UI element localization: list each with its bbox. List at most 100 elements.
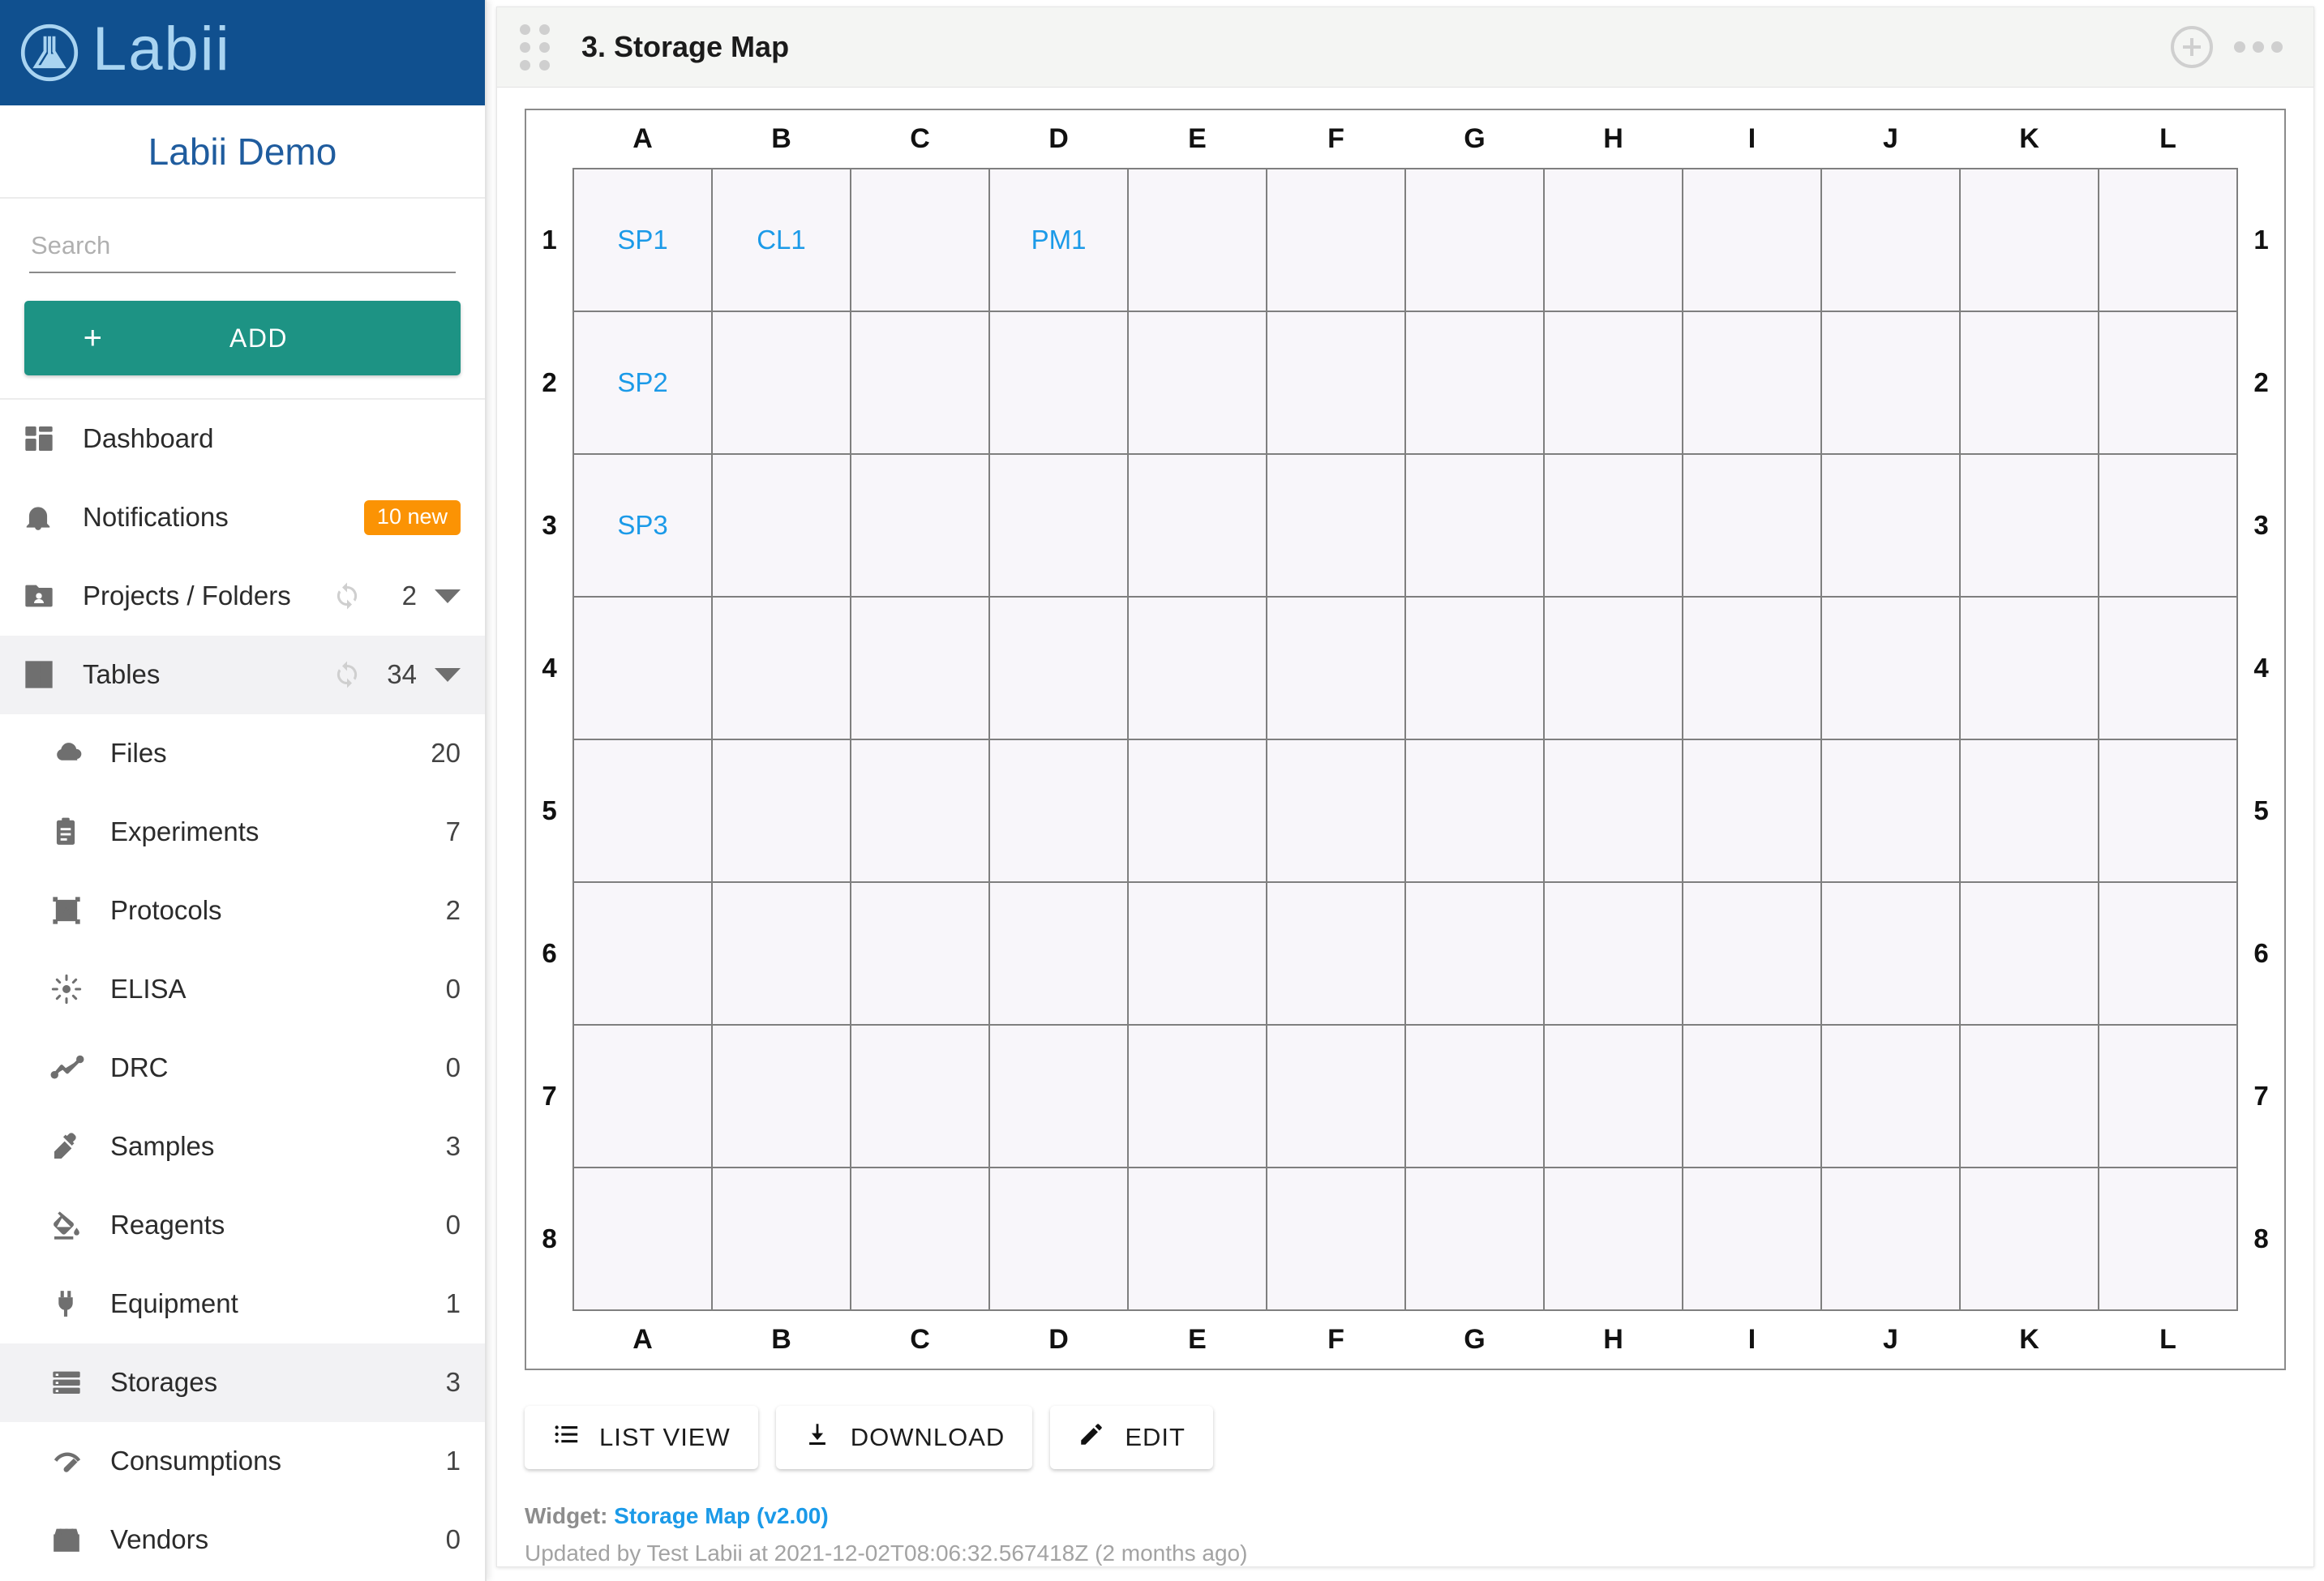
storage-cell-I2[interactable]	[1682, 311, 1822, 455]
storage-cell-D2[interactable]	[988, 311, 1129, 455]
download-button[interactable]: DOWNLOAD	[775, 1406, 1033, 1469]
storage-cell-I1[interactable]	[1682, 168, 1822, 312]
storage-cell-E7[interactable]	[1127, 1024, 1267, 1168]
storage-cell-G7[interactable]	[1404, 1024, 1545, 1168]
storage-cell-B4[interactable]	[711, 596, 851, 740]
storage-cell-F6[interactable]	[1266, 881, 1406, 1026]
storage-cell-C4[interactable]	[850, 596, 990, 740]
storage-cell-L7[interactable]	[2098, 1024, 2238, 1168]
sidebar-item-experiments[interactable]: Experiments 7	[0, 793, 485, 872]
more-horizontal-icon[interactable]	[2234, 41, 2286, 53]
storage-cell-F3[interactable]	[1266, 453, 1406, 598]
edit-button[interactable]: EDIT	[1050, 1406, 1213, 1469]
storage-cell-J3[interactable]	[1820, 453, 1961, 598]
storage-item-link[interactable]: SP2	[617, 367, 667, 397]
sidebar-item-reagents[interactable]: Reagents 0	[0, 1186, 485, 1265]
storage-cell-F2[interactable]	[1266, 311, 1406, 455]
storage-cell-C3[interactable]	[850, 453, 990, 598]
storage-cell-G5[interactable]	[1404, 739, 1545, 883]
list-view-button[interactable]: LIST VIEW	[525, 1406, 758, 1469]
storage-cell-J1[interactable]	[1820, 168, 1961, 312]
storage-cell-E6[interactable]	[1127, 881, 1267, 1026]
storage-cell-E3[interactable]	[1127, 453, 1267, 598]
storage-cell-D4[interactable]	[988, 596, 1129, 740]
storage-cell-C1[interactable]	[850, 168, 990, 312]
storage-cell-B8[interactable]	[711, 1167, 851, 1311]
storage-cell-C7[interactable]	[850, 1024, 990, 1168]
storage-cell-J6[interactable]	[1820, 881, 1961, 1026]
sidebar-item-samples[interactable]: Samples 3	[0, 1108, 485, 1186]
sidebar-item-tables[interactable]: Tables 34	[0, 636, 485, 714]
sidebar-item-drc[interactable]: DRC 0	[0, 1029, 485, 1108]
chevron-down-icon[interactable]	[435, 589, 461, 603]
storage-cell-G2[interactable]	[1404, 311, 1545, 455]
storage-cell-G1[interactable]	[1404, 168, 1545, 312]
storage-cell-J5[interactable]	[1820, 739, 1961, 883]
storage-cell-K4[interactable]	[1959, 596, 2099, 740]
storage-cell-A7[interactable]	[572, 1024, 713, 1168]
storage-cell-C5[interactable]	[850, 739, 990, 883]
storage-cell-I6[interactable]	[1682, 881, 1822, 1026]
sync-icon[interactable]	[332, 581, 362, 611]
storage-cell-A6[interactable]	[572, 881, 713, 1026]
storage-cell-K3[interactable]	[1959, 453, 2099, 598]
storage-cell-B2[interactable]	[711, 311, 851, 455]
storage-cell-F4[interactable]	[1266, 596, 1406, 740]
storage-cell-A4[interactable]	[572, 596, 713, 740]
storage-cell-I7[interactable]	[1682, 1024, 1822, 1168]
storage-cell-F7[interactable]	[1266, 1024, 1406, 1168]
storage-cell-B3[interactable]	[711, 453, 851, 598]
storage-cell-E5[interactable]	[1127, 739, 1267, 883]
storage-cell-G3[interactable]	[1404, 453, 1545, 598]
storage-cell-L1[interactable]	[2098, 168, 2238, 312]
storage-cell-J8[interactable]	[1820, 1167, 1961, 1311]
storage-cell-H5[interactable]	[1543, 739, 1683, 883]
storage-cell-H2[interactable]	[1543, 311, 1683, 455]
sidebar-item-protocols[interactable]: A Protocols 2	[0, 872, 485, 950]
storage-cell-J7[interactable]	[1820, 1024, 1961, 1168]
storage-cell-L2[interactable]	[2098, 311, 2238, 455]
storage-cell-A1[interactable]: SP1	[572, 168, 713, 312]
sidebar-item-vendors[interactable]: Vendors 0	[0, 1501, 485, 1579]
search-input[interactable]	[29, 226, 456, 273]
storage-cell-A3[interactable]: SP3	[572, 453, 713, 598]
sidebar-item-dashboard[interactable]: Dashboard	[0, 400, 485, 478]
storage-cell-G4[interactable]	[1404, 596, 1545, 740]
storage-cell-D1[interactable]: PM1	[988, 168, 1129, 312]
storage-cell-D3[interactable]	[988, 453, 1129, 598]
storage-cell-A8[interactable]	[572, 1167, 713, 1311]
storage-cell-I4[interactable]	[1682, 596, 1822, 740]
storage-cell-K2[interactable]	[1959, 311, 2099, 455]
storage-cell-F8[interactable]	[1266, 1167, 1406, 1311]
storage-cell-L8[interactable]	[2098, 1167, 2238, 1311]
storage-cell-C6[interactable]	[850, 881, 990, 1026]
storage-cell-H6[interactable]	[1543, 881, 1683, 1026]
storage-cell-H7[interactable]	[1543, 1024, 1683, 1168]
drag-dots-icon[interactable]	[520, 24, 551, 71]
sidebar-item-consumptions[interactable]: Consumptions 1	[0, 1422, 485, 1501]
storage-cell-B7[interactable]	[711, 1024, 851, 1168]
storage-cell-K1[interactable]	[1959, 168, 2099, 312]
storage-cell-B6[interactable]	[711, 881, 851, 1026]
storage-cell-H8[interactable]	[1543, 1167, 1683, 1311]
storage-cell-L4[interactable]	[2098, 596, 2238, 740]
storage-cell-E2[interactable]	[1127, 311, 1267, 455]
storage-cell-D5[interactable]	[988, 739, 1129, 883]
storage-cell-H1[interactable]	[1543, 168, 1683, 312]
storage-item-link[interactable]: SP3	[617, 510, 667, 540]
storage-cell-H3[interactable]	[1543, 453, 1683, 598]
storage-cell-C2[interactable]	[850, 311, 990, 455]
brand-header[interactable]: Labii	[0, 0, 485, 105]
storage-cell-K6[interactable]	[1959, 881, 2099, 1026]
storage-cell-J4[interactable]	[1820, 596, 1961, 740]
storage-cell-L3[interactable]	[2098, 453, 2238, 598]
storage-cell-H4[interactable]	[1543, 596, 1683, 740]
storage-cell-I5[interactable]	[1682, 739, 1822, 883]
storage-cell-I3[interactable]	[1682, 453, 1822, 598]
storage-item-link[interactable]: CL1	[757, 225, 806, 255]
storage-cell-D6[interactable]	[988, 881, 1129, 1026]
storage-item-link[interactable]: PM1	[1031, 225, 1087, 255]
circle-plus-icon[interactable]	[2171, 26, 2213, 68]
storage-cell-A2[interactable]: SP2	[572, 311, 713, 455]
storage-cell-F5[interactable]	[1266, 739, 1406, 883]
